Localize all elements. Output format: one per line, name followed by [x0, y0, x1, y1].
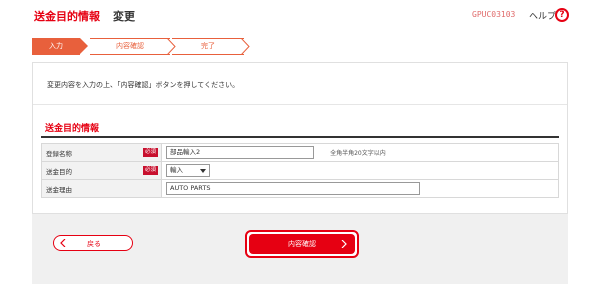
- form-label-text: 登録名称: [46, 149, 72, 158]
- step-chevron-icon: [240, 38, 250, 55]
- form-label: 送金理由: [41, 179, 162, 198]
- confirm-button-focus-ring: 内容確認: [245, 230, 359, 258]
- confirm-button-label: 内容確認: [288, 240, 316, 248]
- back-button-label: 戻る: [87, 240, 101, 248]
- help-link[interactable]: ヘルプ: [529, 9, 556, 22]
- step-complete: 完了: [172, 38, 244, 55]
- page-title: 送金目的情報: [34, 10, 100, 23]
- remittance-reason-input[interactable]: AUTO PARTS: [166, 182, 420, 195]
- form-label: 送金目的 必須: [41, 161, 162, 180]
- form-row-remittance-reason: 送金理由 AUTO PARTS: [41, 179, 559, 198]
- step-confirm: 内容確認: [90, 38, 170, 55]
- content-panel: 変更内容を入力の上、「内容確認」ボタンを押してください。 送金目的情報 登録名称…: [32, 62, 568, 214]
- form-label-text: 送金理由: [46, 185, 72, 194]
- form-table: 登録名称 必須 部品輸入2 全角半角20文字以内 送金目的 必須 輸入 送金理由…: [41, 143, 559, 198]
- confirm-button[interactable]: 内容確認: [249, 234, 355, 254]
- registration-name-input[interactable]: 部品輸入2: [166, 146, 314, 159]
- step-indicator: 入力 内容確認 完了: [32, 38, 250, 55]
- form-row-registration-name: 登録名称 必須 部品輸入2 全角半角20文字以内: [41, 143, 559, 162]
- form-label: 登録名称 必須: [41, 143, 162, 162]
- form-value-cell: AUTO PARTS: [161, 179, 559, 198]
- step-arrow: [80, 38, 88, 54]
- required-badge: 必須: [142, 148, 158, 157]
- section-title: 送金目的情報: [45, 124, 100, 134]
- form-value-cell: 輸入: [161, 161, 559, 180]
- page-header: 送金目的情報 変更 GPUC03103 ヘルプ ?: [0, 0, 600, 32]
- form-row-remittance-purpose: 送金目的 必須 輸入: [41, 161, 559, 180]
- screen-code: GPUC03103: [472, 10, 516, 19]
- form-value-cell: 部品輸入2 全角半角20文字以内: [161, 143, 559, 162]
- instruction-text: 変更内容を入力の上、「内容確認」ボタンを押してください。: [47, 81, 240, 89]
- form-label-text: 送金目的: [46, 167, 72, 176]
- help-icon[interactable]: ?: [555, 8, 569, 22]
- divider: [33, 104, 567, 105]
- back-button[interactable]: 戻る: [53, 235, 133, 251]
- page-subtitle: 変更: [113, 10, 135, 23]
- remittance-purpose-select[interactable]: 輸入: [166, 164, 210, 177]
- section-rule: [41, 136, 559, 138]
- input-hint: 全角半角20文字以内: [330, 150, 386, 157]
- chevron-down-icon: [200, 169, 206, 173]
- required-badge: 必須: [142, 166, 158, 175]
- chevron-right-icon: [341, 240, 347, 248]
- select-value: 輸入: [170, 166, 183, 174]
- step-input: 入力: [32, 38, 80, 55]
